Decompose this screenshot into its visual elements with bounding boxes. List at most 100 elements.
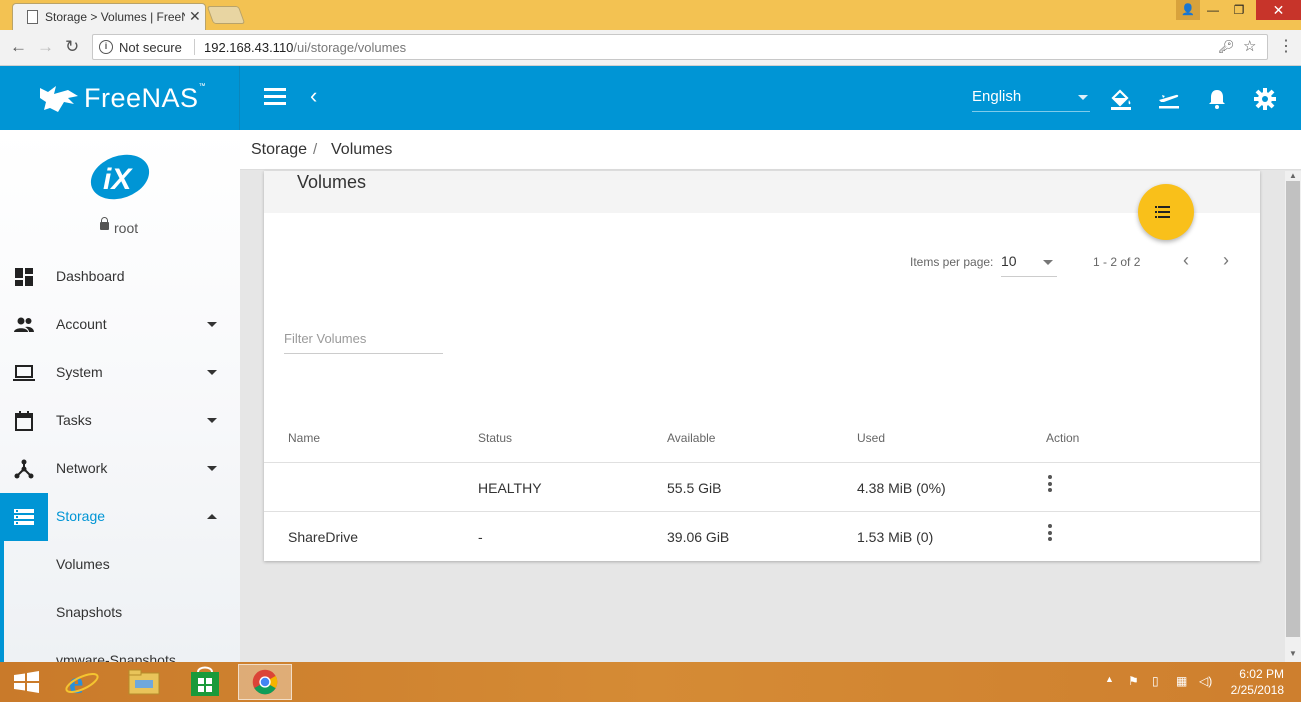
sidebar-item-label: Account: [56, 316, 107, 332]
tab-title: Storage > Volumes | FreeNAS: [45, 10, 185, 24]
scroll-down-icon[interactable]: ▼: [1289, 649, 1297, 658]
sidebar: iX root Dashboard Account System Tasks N…: [0, 130, 240, 662]
page-icon: [27, 10, 38, 24]
page-range: 1 - 2 of 2: [1093, 255, 1141, 269]
clock-date[interactable]: 2/25/2018: [1226, 683, 1284, 697]
card-title: Volumes: [297, 172, 367, 192]
app-header: FreeNAS™ ‹ English: [0, 66, 1301, 130]
more-vert-icon[interactable]: [1048, 475, 1052, 493]
items-per-page-select[interactable]: 10: [1001, 253, 1057, 277]
column-header-used[interactable]: Used: [857, 431, 885, 445]
cell-used: 1.53 MiB (0): [857, 529, 934, 545]
flight-icon[interactable]: [1156, 86, 1182, 112]
restore-button[interactable]: ❐: [1226, 0, 1252, 20]
browser-tab-strip: Storage > Volumes | FreeNAS ✕ 👤 — ❐ ✕: [0, 0, 1301, 30]
windows-start-icon[interactable]: [0, 664, 54, 700]
svg-text:iX: iX: [103, 163, 133, 196]
dashboard-icon: [15, 268, 33, 286]
forward-arrow-icon[interactable]: →: [37, 37, 54, 57]
url-text: 192.168.43.110/ui/storage/volumes: [204, 40, 406, 55]
paint-bucket-icon[interactable]: [1108, 86, 1134, 112]
list-actions-button[interactable]: [1138, 184, 1194, 240]
sidebar-item-account[interactable]: Account: [0, 301, 240, 349]
brand-label: FreeNAS: [84, 83, 199, 113]
brand-name: FreeNAS™: [84, 83, 206, 114]
divider: [194, 39, 195, 55]
chevron-left-icon[interactable]: ‹: [1183, 250, 1189, 271]
network-tray-icon[interactable]: ▦: [1176, 674, 1187, 688]
items-per-page-label: Items per page:: [910, 255, 994, 269]
address-bar[interactable]: i Not secure 192.168.43.110/ui/storage/v…: [92, 34, 1268, 60]
key-icon[interactable]: 🔑︎: [1218, 39, 1235, 55]
chevron-left-icon[interactable]: ‹: [310, 83, 317, 109]
caret-down-icon: [207, 466, 217, 471]
table-row[interactable]: ShareDrive - 39.06 GiB 1.53 MiB (0): [264, 511, 1260, 560]
ix-logo-icon: iX: [90, 154, 150, 200]
caret-down-icon: [1043, 260, 1053, 265]
browser-menu-icon[interactable]: ⋮: [1278, 36, 1294, 56]
breadcrumb-storage[interactable]: Storage: [251, 141, 307, 159]
sidebar-subitem-snapshots[interactable]: Snapshots: [0, 589, 240, 637]
gear-icon[interactable]: [1252, 86, 1278, 112]
freenas-logo-icon: [40, 86, 78, 112]
column-header-available[interactable]: Available: [667, 431, 715, 445]
store-icon[interactable]: [178, 664, 232, 700]
sidebar-item-storage[interactable]: Storage: [0, 493, 240, 541]
sidebar-subitem-volumes[interactable]: Volumes: [0, 541, 240, 589]
url-path: /ui/storage/volumes: [293, 40, 407, 55]
sidebar-item-dashboard[interactable]: Dashboard: [0, 253, 240, 301]
star-icon[interactable]: ☆: [1243, 37, 1256, 55]
sidebar-item-label: Dashboard: [56, 268, 125, 284]
minimize-button[interactable]: —: [1200, 0, 1226, 20]
cell-status: -: [478, 529, 483, 545]
chevron-right-icon[interactable]: ›: [1223, 250, 1229, 271]
table-row[interactable]: HEALTHY 55.5 GiB 4.38 MiB (0%): [264, 462, 1260, 511]
column-header-action: Action: [1046, 431, 1080, 445]
scrollbar[interactable]: ▲ ▼: [1285, 171, 1301, 662]
scroll-up-icon[interactable]: ▲: [1289, 171, 1297, 180]
caret-down-icon: [207, 418, 217, 423]
menu-icon[interactable]: [264, 88, 286, 106]
power-icon[interactable]: ▯: [1152, 674, 1159, 688]
column-header-status[interactable]: Status: [478, 431, 512, 445]
browser-tab[interactable]: Storage > Volumes | FreeNAS ✕: [12, 3, 206, 30]
cell-name: ShareDrive: [288, 529, 359, 545]
sidebar-item-label: Tasks: [56, 412, 92, 428]
new-tab-button[interactable]: [206, 6, 246, 24]
caret-down-icon: [207, 322, 217, 327]
sidebar-item-system[interactable]: System: [0, 349, 240, 397]
back-arrow-icon[interactable]: ←: [10, 37, 27, 57]
sidebar-item-tasks[interactable]: Tasks: [0, 397, 240, 445]
column-header-name[interactable]: Name: [288, 431, 320, 445]
sidebar-item-network[interactable]: Network: [0, 445, 240, 493]
caret-down-icon: [1078, 95, 1088, 100]
info-icon[interactable]: i: [99, 40, 113, 54]
reload-icon[interactable]: ↻: [65, 37, 79, 57]
file-explorer-icon[interactable]: [117, 664, 171, 700]
volume-icon[interactable]: ◁): [1199, 674, 1212, 688]
internet-explorer-icon[interactable]: e: [55, 664, 109, 700]
sidebar-subitem-vmware-snapshots[interactable]: vmware-Snapshots: [0, 637, 240, 662]
caret-down-icon: [207, 370, 217, 375]
logo-area[interactable]: FreeNAS™: [0, 66, 240, 130]
scrollbar-thumb[interactable]: [1286, 181, 1300, 637]
bell-icon[interactable]: [1204, 86, 1230, 112]
clock-time[interactable]: 6:02 PM: [1238, 667, 1284, 681]
sidebar-item-label: Network: [56, 460, 108, 476]
username: root: [114, 220, 139, 236]
user-profile-icon[interactable]: 👤: [1176, 0, 1200, 20]
windows-taskbar: e ▲ ⚑ ▯ ▦ ◁) 6:02 PM 2/25/2018: [0, 662, 1301, 702]
language-select[interactable]: English: [972, 88, 1090, 112]
cell-available: 55.5 GiB: [667, 480, 722, 496]
card-header: Volumes: [264, 171, 1260, 213]
cell-status: HEALTHY: [478, 480, 542, 496]
more-vert-icon[interactable]: [1048, 524, 1052, 542]
tray-expand-icon[interactable]: ▲: [1105, 674, 1114, 684]
filter-input[interactable]: Filter Volumes: [284, 328, 443, 354]
window-close-button[interactable]: ✕: [1256, 0, 1301, 20]
sidebar-item-label: Storage: [56, 508, 106, 524]
action-center-flag-icon[interactable]: ⚑: [1128, 674, 1139, 688]
tab-close-icon[interactable]: ✕: [189, 8, 201, 25]
lock-icon: [100, 217, 109, 230]
chrome-icon[interactable]: [238, 664, 292, 700]
